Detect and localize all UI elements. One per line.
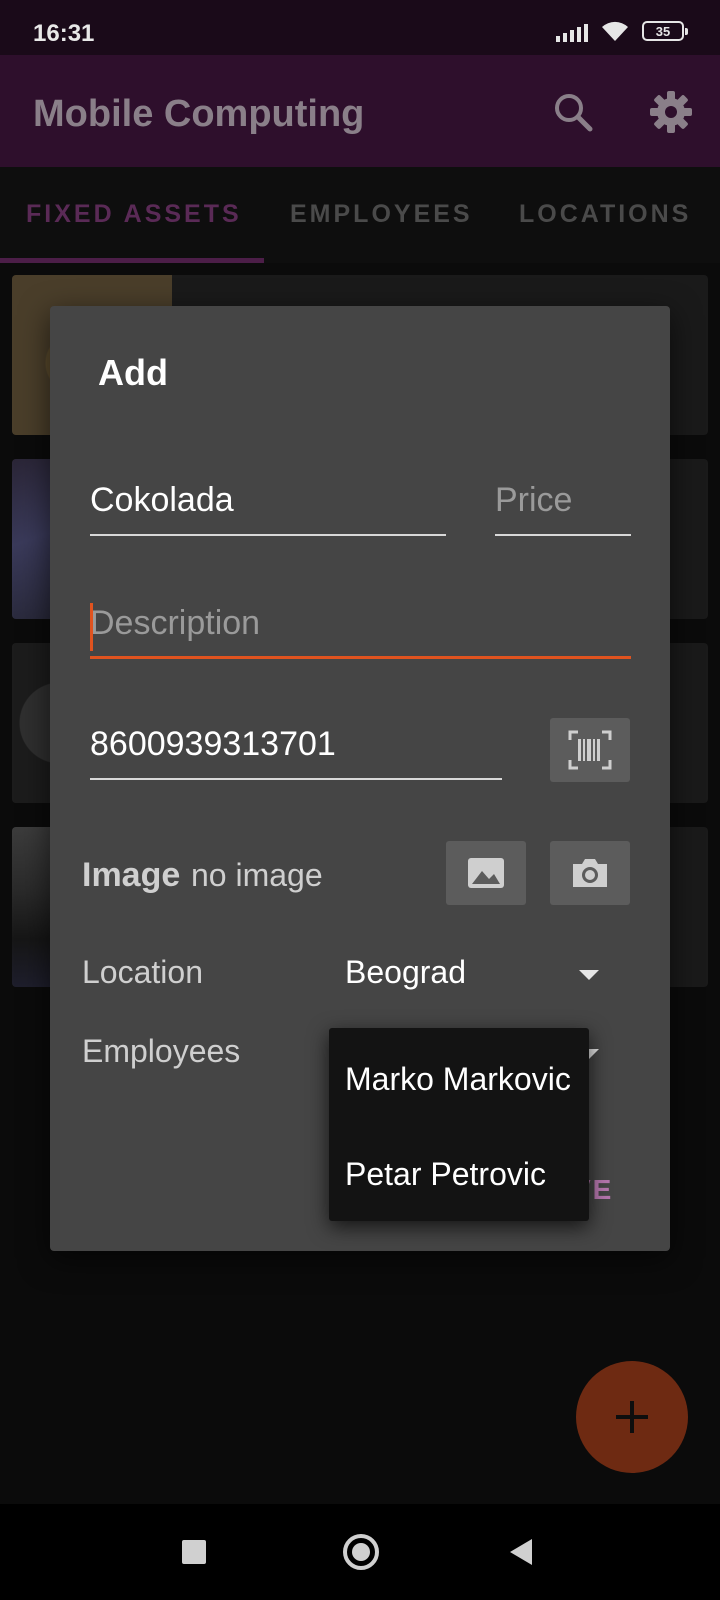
camera-icon	[573, 859, 607, 887]
plus-icon	[616, 1401, 648, 1433]
location-dropdown[interactable]: Beograd	[345, 954, 466, 991]
wifi-icon	[602, 21, 628, 41]
menu-item-employee[interactable]: Petar Petrovic	[345, 1156, 546, 1193]
image-label: Image	[82, 856, 181, 894]
battery-level: 35	[655, 23, 671, 39]
tab-locations[interactable]: LOCATIONS	[519, 200, 691, 229]
app-bar: Mobile Computing	[0, 55, 720, 167]
price-field[interactable]: Price	[495, 476, 631, 536]
app-title: Mobile Computing	[33, 93, 365, 135]
barcode-scan-icon	[568, 730, 612, 770]
tab-fixed-assets[interactable]: FIXED ASSETS	[26, 200, 242, 229]
gear-icon[interactable]	[648, 89, 694, 135]
location-label: Location	[82, 954, 203, 990]
status-icons: 35	[556, 20, 688, 42]
dialog-title: Add	[98, 352, 168, 393]
image-status: no image	[191, 857, 323, 893]
gallery-button[interactable]	[446, 841, 526, 905]
camera-button[interactable]	[550, 841, 630, 905]
employees-dropdown-menu: Marko Markovic Petar Petrovic	[329, 1028, 589, 1221]
description-field[interactable]: Description	[90, 599, 631, 659]
location-dropdown-arrow-icon[interactable]	[579, 970, 599, 980]
text-cursor	[90, 603, 93, 651]
status-bar: 16:31 35	[0, 0, 720, 55]
menu-item-employee[interactable]: Marko Markovic	[345, 1061, 571, 1098]
tab-bar: FIXED ASSETS EMPLOYEES LOCATIONS	[0, 167, 720, 263]
system-nav-bar	[0, 1504, 720, 1600]
tab-employees[interactable]: EMPLOYEES	[290, 200, 473, 229]
tab-indicator	[0, 258, 264, 263]
search-icon[interactable]	[550, 89, 596, 135]
battery-icon: 35	[642, 21, 688, 41]
status-time: 16:31	[33, 20, 95, 47]
scan-barcode-button[interactable]	[550, 718, 630, 782]
home-icon[interactable]	[343, 1534, 379, 1570]
signal-icon	[556, 20, 588, 42]
employees-label: Employees	[82, 1033, 241, 1069]
recents-icon[interactable]	[182, 1540, 206, 1564]
add-asset-fab[interactable]	[576, 1361, 688, 1473]
image-icon	[468, 858, 504, 888]
name-field[interactable]: Cokolada	[90, 476, 446, 536]
barcode-field[interactable]: 8600939313701	[90, 720, 502, 780]
back-icon[interactable]	[510, 1539, 532, 1565]
description-placeholder: Description	[90, 604, 261, 642]
